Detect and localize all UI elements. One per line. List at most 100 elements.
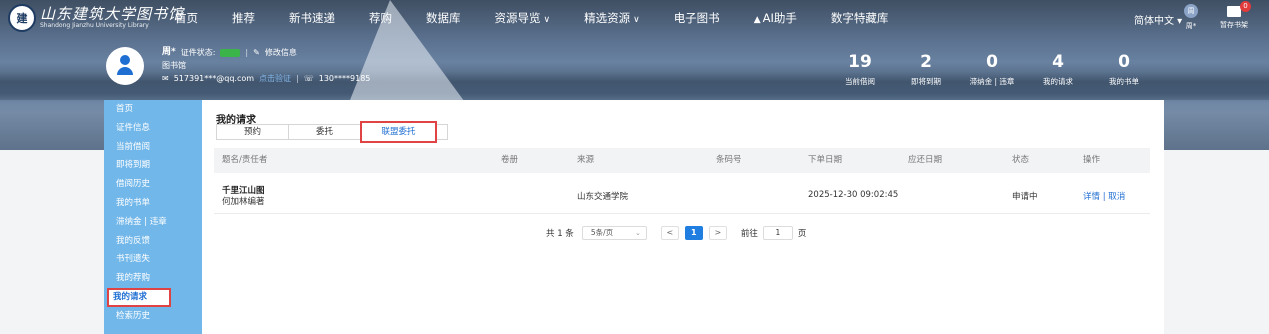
tab-reservation[interactable]: 预约	[216, 124, 289, 140]
sidebar-item-lost-items[interactable]: 书刊遗失	[104, 250, 202, 269]
prev-page-button[interactable]: <	[660, 226, 679, 240]
user-menu[interactable]: 周 周*	[1176, 4, 1206, 31]
nav-label: 数据库	[426, 11, 461, 25]
profile-name: 周*	[162, 47, 176, 57]
col-due-date: 应还日期	[908, 155, 943, 165]
page-size-select[interactable]: 5条/页 ⌄	[581, 226, 647, 240]
nav-ai-assistant[interactable]: ▲ AI助手	[754, 10, 797, 26]
col-volume: 卷册	[501, 155, 519, 165]
profile-phone: 130****9185	[318, 74, 371, 83]
sidebar-item-search-history[interactable]: 检索历史	[104, 307, 202, 326]
goto-label: 前往	[740, 229, 758, 239]
nav-label: 数字特藏库	[830, 11, 889, 25]
tabs-end	[436, 124, 448, 140]
stat-label: 我的书单	[1109, 77, 1139, 86]
nav-database[interactable]: 数据库	[426, 10, 461, 26]
nav-featured-resources[interactable]: 精选资源 ∨	[584, 10, 640, 26]
email-icon: ✉	[162, 74, 169, 83]
logo-text: 山东建筑大学图书馆 Shandong Jianzhu University Li…	[40, 6, 184, 30]
ai-icon: ▲	[753, 15, 761, 25]
next-page-button[interactable]: >	[708, 226, 727, 240]
col-source: 来源	[577, 155, 595, 165]
stat-fines[interactable]: 0 滞纳金 | 违章	[959, 51, 1025, 87]
card-status-label: 证件状态:	[180, 48, 216, 57]
user-avatar: 周	[1184, 4, 1198, 18]
pagination: 共 1 条 5条/页 ⌄ < 1 > 前往 1 页	[546, 226, 806, 240]
stat-label: 即将到期	[911, 77, 941, 86]
nav-digital-collection[interactable]: 数字特藏库	[831, 10, 889, 26]
logo-text-en: Shandong Jianzhu University Library	[40, 22, 149, 29]
library-logo[interactable]: 建 山东建筑大学图书馆 Shandong Jianzhu University …	[8, 4, 184, 32]
nav-purchase-request[interactable]: 荐购	[369, 10, 392, 26]
nav-label: 荐购	[369, 11, 392, 25]
nav-label: 精选资源	[584, 11, 631, 25]
stat-due-soon[interactable]: 2 即将到期	[893, 51, 959, 87]
stat-label: 滞纳金 | 违章	[969, 77, 1015, 86]
sidebar-item-loan-history[interactable]: 借阅历史	[104, 175, 202, 194]
chevron-down-icon: ∨	[633, 15, 640, 25]
goto-page-input[interactable]: 1	[762, 226, 793, 240]
logo-seal-icon: 建	[8, 4, 36, 32]
stat-my-requests[interactable]: 4 我的请求	[1025, 51, 1091, 87]
cell-source: 山东交通学院	[577, 192, 629, 202]
total-count: 共 1 条	[546, 229, 574, 239]
divider: |	[245, 48, 249, 57]
stat-current-loans[interactable]: 19 当前借阅	[827, 51, 893, 87]
nav-label: 新书速递	[289, 11, 335, 25]
request-tabs: 预约 委托 联盟委托	[216, 121, 448, 143]
stat-my-booklists[interactable]: 0 我的书单	[1091, 51, 1157, 87]
temp-bookshelf-button[interactable]: 0 暂存书架	[1212, 1, 1256, 30]
sidebar-item-card-info[interactable]: 证件信息	[104, 119, 202, 138]
nav-label: 推荐	[232, 11, 255, 25]
edit-profile-link[interactable]: 修改信息	[265, 46, 297, 59]
nav-recommend[interactable]: 推荐	[232, 10, 255, 26]
divider: |	[296, 74, 299, 83]
current-page[interactable]: 1	[684, 226, 703, 240]
col-actions: 操作	[1083, 155, 1101, 165]
profile-role: 图书馆	[162, 61, 186, 70]
col-barcode: 条码号	[716, 155, 742, 165]
sidebar-item-feedback[interactable]: 我的反馈	[104, 232, 202, 251]
nav-label: 首页	[175, 11, 198, 25]
nav-home[interactable]: 首页	[175, 10, 198, 26]
shelf-label: 暂存书架	[1220, 21, 1248, 29]
nav-ebooks[interactable]: 电子图书	[674, 10, 720, 26]
nav-new-books[interactable]: 新书速递	[289, 10, 335, 26]
book-author: 何加林编著	[222, 197, 265, 207]
sidebar-item-due-soon[interactable]: 即将到期	[104, 156, 202, 175]
stat-value: 0	[986, 52, 998, 72]
sidebar-item-home[interactable]: 首页	[104, 100, 202, 119]
table-header: 题名/责任者 卷册 来源 条码号 下单日期 应还日期 状态 操作	[214, 148, 1150, 173]
cell-order-date: 2025-12-30 09:02:45	[808, 190, 899, 200]
top-nav: 建 山东建筑大学图书馆 Shandong Jianzhu University …	[0, 0, 1269, 36]
tab-alliance-delegation[interactable]: 联盟委托	[360, 121, 437, 143]
col-title-author: 题名/责任者	[222, 155, 268, 165]
nav-label: AI助手	[762, 11, 797, 25]
card-status-badge	[220, 48, 241, 57]
phone-icon: ☏	[303, 74, 314, 83]
folder-icon	[1227, 6, 1241, 17]
chevron-down-icon: ∨	[543, 15, 551, 25]
sidebar-item-current-loans[interactable]: 当前借阅	[104, 138, 202, 157]
row-actions[interactable]: 详情 | 取消	[1083, 190, 1125, 202]
stat-value: 19	[848, 52, 872, 72]
user-icon	[117, 55, 133, 77]
profile-avatar	[106, 47, 144, 85]
col-status: 状态	[1012, 155, 1030, 165]
tab-delegation[interactable]: 委托	[288, 124, 361, 140]
verify-email-link[interactable]: 点击验证	[259, 72, 291, 85]
logo-text-cn: 山东建筑大学图书馆	[40, 5, 185, 23]
sidebar-item-my-requests[interactable]: 我的请求	[107, 287, 171, 307]
sidebar-item-purchase-requests[interactable]: 我的荐购	[104, 269, 202, 288]
nav-resource-guide[interactable]: 资源导览 ∨	[495, 10, 551, 26]
sidebar-item-my-booklists[interactable]: 我的书单	[104, 194, 202, 213]
chevron-down-icon: ⌄	[634, 229, 641, 237]
requests-panel: 我的请求 预约 委托 联盟委托 题名/责任者 卷册 来源 条码号 下单日期 应还…	[202, 100, 1164, 334]
shelf-count-badge: 0	[1240, 1, 1251, 12]
sidebar-item-fines[interactable]: 滞纳金 | 违章	[104, 213, 202, 232]
nav-label: 资源导览	[494, 11, 541, 25]
language-selector[interactable]: 简体中文 ▾	[1134, 12, 1182, 27]
stat-label: 当前借阅	[845, 77, 875, 86]
page-size-value: 5条/页	[590, 228, 614, 237]
user-name: 周*	[1185, 22, 1197, 30]
